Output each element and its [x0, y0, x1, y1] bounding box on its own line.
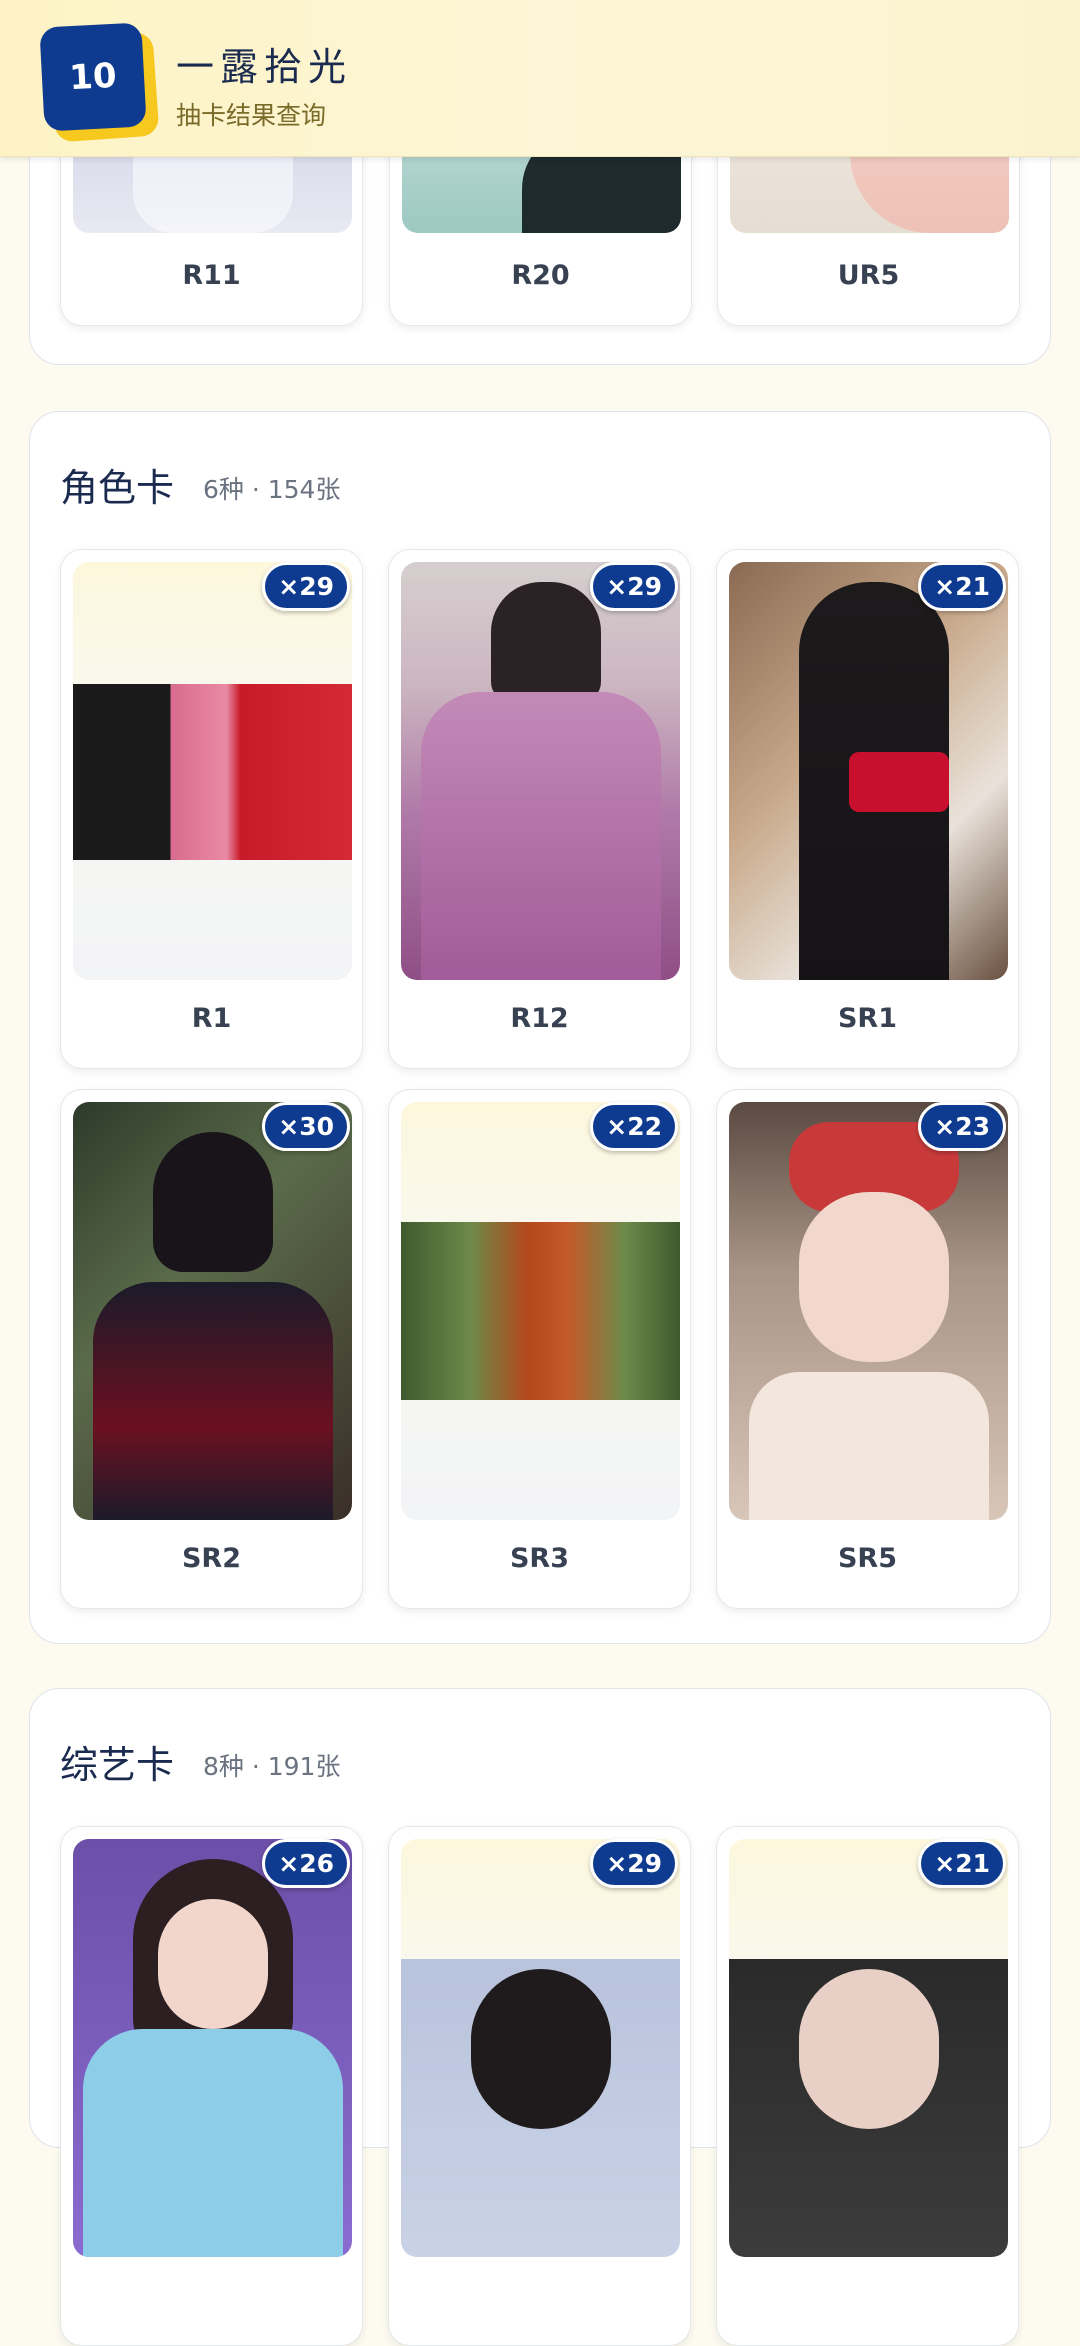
- card-photo: [93, 1282, 333, 1520]
- card-image: [73, 562, 352, 980]
- card-variety-1[interactable]: ×26: [60, 1826, 363, 2346]
- card-label: UR5: [837, 260, 900, 291]
- section-title: 综艺卡: [60, 1743, 175, 1787]
- section-title: 角色卡: [60, 466, 175, 510]
- card-label: SR5: [837, 1543, 898, 1574]
- card-image: [729, 1839, 1008, 2257]
- card-image: [729, 562, 1008, 980]
- app-logo: 10: [39, 22, 160, 143]
- count-badge: ×21: [918, 562, 1006, 611]
- count-badge: ×29: [262, 562, 350, 611]
- card-photo: [491, 582, 601, 702]
- section-meta: 6种 · 154张: [203, 475, 341, 504]
- card-r12[interactable]: ×29 R12: [388, 549, 691, 1069]
- card-image: [401, 562, 680, 980]
- app-subtitle: 抽卡结果查询: [176, 101, 327, 130]
- card-image: [401, 1102, 680, 1520]
- section-role-cards: 角色卡 6种 · 154张 ×29 R1 ×29 R12 ×21 SR1 ×30…: [29, 411, 1051, 1644]
- card-label: R11: [182, 260, 241, 291]
- card-sr3[interactable]: ×22 SR3: [388, 1089, 691, 1609]
- card-label: SR1: [837, 1003, 898, 1034]
- card-label: SR3: [509, 1543, 570, 1574]
- card-label: R1: [191, 1003, 232, 1034]
- card-photo: [401, 1222, 680, 1400]
- card-photo: [83, 2029, 343, 2257]
- count-badge: ×26: [262, 1839, 350, 1888]
- app-header: 10 一露拾光 抽卡结果查询: [0, 0, 1080, 157]
- card-image: [729, 1102, 1008, 1520]
- count-badge: ×21: [918, 1839, 1006, 1888]
- app-title: 一露拾光: [176, 45, 353, 89]
- card-image: [401, 1839, 680, 2257]
- count-badge: ×29: [590, 1839, 678, 1888]
- card-photo: [749, 1372, 989, 1520]
- count-badge: ×22: [590, 1102, 678, 1151]
- card-photo: [799, 1192, 949, 1362]
- count-badge: ×29: [590, 562, 678, 611]
- logo-number: 10: [39, 22, 147, 132]
- section-variety-cards: 综艺卡 8种 · 191张 ×26 ×29 ×21: [29, 1688, 1051, 2346]
- card-r1[interactable]: ×29 R1: [60, 549, 363, 1069]
- card-image: [73, 1102, 352, 1520]
- card-label: SR2: [181, 1543, 242, 1574]
- count-badge: ×30: [262, 1102, 350, 1151]
- card-photo: [153, 1132, 273, 1272]
- card-photo: [849, 752, 949, 812]
- card-label: R12: [510, 1003, 569, 1034]
- card-sr1[interactable]: ×21 SR1: [716, 549, 1019, 1069]
- card-image: [73, 1839, 352, 2257]
- card-variety-2[interactable]: ×29: [388, 1826, 691, 2346]
- card-variety-3[interactable]: ×21: [716, 1826, 1019, 2346]
- card-photo: [158, 1899, 268, 2029]
- card-sr2[interactable]: ×30 SR2: [60, 1089, 363, 1609]
- card-photo: [421, 692, 661, 980]
- card-photo: [73, 684, 352, 860]
- card-photo: [471, 1969, 611, 2129]
- card-photo: [799, 1969, 939, 2129]
- card-label: R20: [511, 260, 570, 291]
- section-meta: 8种 · 191张: [203, 1752, 341, 1781]
- count-badge: ×23: [918, 1102, 1006, 1151]
- card-sr5[interactable]: ×23 SR5: [716, 1089, 1019, 1609]
